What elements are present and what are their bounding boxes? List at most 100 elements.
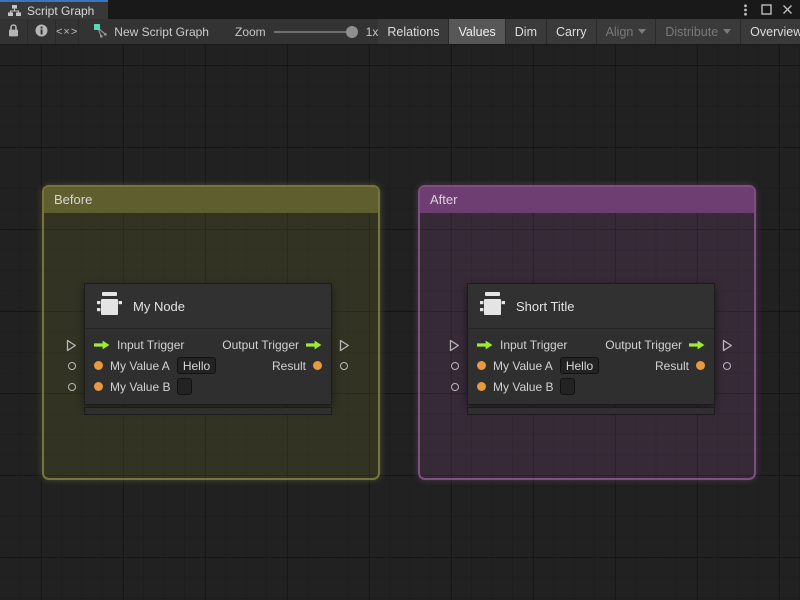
toolbar-button-group: Relations Values Dim Carry Align Distrib… bbox=[378, 19, 800, 44]
node-header[interactable]: Short Title bbox=[468, 284, 714, 329]
values-button[interactable]: Values bbox=[449, 19, 505, 44]
result-port-icon[interactable] bbox=[696, 361, 705, 370]
script-graph-icon bbox=[93, 23, 108, 41]
output-trigger-label: Output Trigger bbox=[605, 337, 682, 352]
dim-label: Dim bbox=[514, 24, 537, 39]
tab-title: Script Graph bbox=[27, 3, 95, 18]
port-row-trigger: Input Trigger Output Trigger bbox=[85, 334, 331, 355]
group-after-header[interactable]: After bbox=[420, 187, 754, 213]
external-value-b-port[interactable] bbox=[451, 383, 459, 391]
graph-canvas[interactable]: Before After My Node Input Trigger Outpu… bbox=[0, 45, 800, 600]
node-title: Short Title bbox=[516, 298, 575, 314]
result-port-icon[interactable] bbox=[313, 361, 322, 370]
distribute-button: Distribute bbox=[656, 19, 741, 44]
external-value-b-port[interactable] bbox=[68, 383, 76, 391]
graph-name-label: New Script Graph bbox=[114, 24, 209, 39]
relations-label: Relations bbox=[387, 24, 440, 39]
caret-down-icon bbox=[638, 29, 647, 34]
value-b-port-icon[interactable] bbox=[94, 382, 103, 391]
external-value-a-port[interactable] bbox=[451, 362, 459, 370]
node-footer bbox=[84, 407, 332, 415]
input-trigger-label: Input Trigger bbox=[117, 337, 185, 352]
graph-name-button[interactable]: New Script Graph bbox=[79, 23, 219, 41]
kebab-menu-icon[interactable] bbox=[738, 3, 752, 17]
result-label: Result bbox=[654, 358, 689, 373]
caret-down-icon bbox=[723, 29, 732, 34]
graph-toolbar: <×> New Script Graph Zoom 1x Relations V… bbox=[0, 19, 800, 45]
port-row-value-b: My Value B bbox=[85, 376, 331, 397]
distribute-label: Distribute bbox=[665, 24, 719, 39]
carry-label: Carry bbox=[556, 24, 587, 39]
align-button: Align bbox=[596, 19, 656, 44]
value-a-input[interactable]: Hello bbox=[559, 357, 600, 374]
tab-script-graph[interactable]: Script Graph bbox=[0, 0, 109, 19]
zoom-slider[interactable] bbox=[273, 25, 358, 38]
unit-node-icon bbox=[97, 291, 122, 322]
port-row-value-a: My Value A Hello Result bbox=[85, 355, 331, 376]
node-my-node[interactable]: My Node Input Trigger Output Trigger My … bbox=[66, 283, 349, 415]
external-result-port[interactable] bbox=[340, 362, 348, 370]
value-b-port-icon[interactable] bbox=[477, 382, 486, 391]
overview-button[interactable]: Overview bbox=[741, 19, 800, 44]
node-body-container[interactable]: My Node Input Trigger Output Trigger My … bbox=[84, 283, 332, 405]
lock-icon bbox=[8, 23, 19, 40]
value-b-input[interactable] bbox=[560, 378, 576, 395]
port-row-value-b: My Value B bbox=[468, 376, 714, 397]
tab-strip: Script Graph bbox=[0, 0, 800, 19]
input-trigger-port-icon[interactable] bbox=[94, 340, 110, 350]
value-a-input[interactable]: Hello bbox=[176, 357, 217, 374]
values-label: Values bbox=[458, 24, 496, 39]
unit-node-icon bbox=[480, 291, 505, 322]
info-button[interactable] bbox=[28, 19, 55, 44]
hierarchy-icon bbox=[8, 5, 21, 16]
port-row-value-a: My Value A Hello Result bbox=[468, 355, 714, 376]
node-ports: Input Trigger Output Trigger My Value A … bbox=[468, 329, 714, 404]
zoom-slider-handle[interactable] bbox=[345, 25, 358, 38]
close-icon[interactable] bbox=[780, 3, 794, 17]
code-view-button[interactable]: <×> bbox=[56, 19, 78, 44]
output-trigger-port-icon[interactable] bbox=[689, 340, 705, 350]
lock-button[interactable] bbox=[0, 19, 27, 44]
relations-button[interactable]: Relations bbox=[378, 19, 449, 44]
zoom-control: Zoom 1x bbox=[219, 25, 378, 39]
node-body-container[interactable]: Short Title Input Trigger Output Trigger bbox=[467, 283, 715, 405]
external-input-trigger-port[interactable] bbox=[66, 339, 77, 357]
node-footer bbox=[467, 407, 715, 415]
value-a-label: My Value A bbox=[493, 358, 553, 373]
group-before-label: Before bbox=[54, 192, 93, 207]
value-a-label: My Value A bbox=[110, 358, 170, 373]
window-controls bbox=[738, 0, 800, 19]
code-icon: <×> bbox=[56, 25, 79, 38]
external-output-trigger-port[interactable] bbox=[722, 339, 733, 357]
external-input-trigger-port[interactable] bbox=[449, 339, 460, 357]
value-a-port-icon[interactable] bbox=[94, 361, 103, 370]
output-trigger-label: Output Trigger bbox=[222, 337, 299, 352]
external-value-a-port[interactable] bbox=[68, 362, 76, 370]
input-trigger-label: Input Trigger bbox=[500, 337, 568, 352]
node-ports: Input Trigger Output Trigger My Value A … bbox=[85, 329, 331, 404]
zoom-label: Zoom bbox=[234, 24, 266, 39]
overview-label: Overview bbox=[750, 24, 800, 39]
carry-button[interactable]: Carry bbox=[547, 19, 596, 44]
node-short-title[interactable]: Short Title Input Trigger Output Trigger bbox=[449, 283, 732, 415]
node-header[interactable]: My Node bbox=[85, 284, 331, 329]
node-title: My Node bbox=[133, 298, 186, 314]
external-output-trigger-port[interactable] bbox=[339, 339, 350, 357]
zoom-value: 1x bbox=[365, 24, 379, 39]
value-b-label: My Value B bbox=[110, 379, 171, 394]
value-a-port-icon[interactable] bbox=[477, 361, 486, 370]
result-label: Result bbox=[271, 358, 306, 373]
external-result-port[interactable] bbox=[723, 362, 731, 370]
port-row-trigger: Input Trigger Output Trigger bbox=[468, 334, 714, 355]
value-b-input[interactable] bbox=[177, 378, 193, 395]
info-icon bbox=[35, 24, 48, 40]
group-after-label: After bbox=[430, 192, 458, 207]
group-before-header[interactable]: Before bbox=[44, 187, 378, 213]
output-trigger-port-icon[interactable] bbox=[306, 340, 322, 350]
dim-button[interactable]: Dim bbox=[505, 19, 546, 44]
input-trigger-port-icon[interactable] bbox=[477, 340, 493, 350]
align-label: Align bbox=[605, 24, 634, 39]
maximize-icon[interactable] bbox=[759, 3, 773, 17]
value-b-label: My Value B bbox=[493, 379, 554, 394]
zoom-slider-track bbox=[273, 30, 356, 33]
